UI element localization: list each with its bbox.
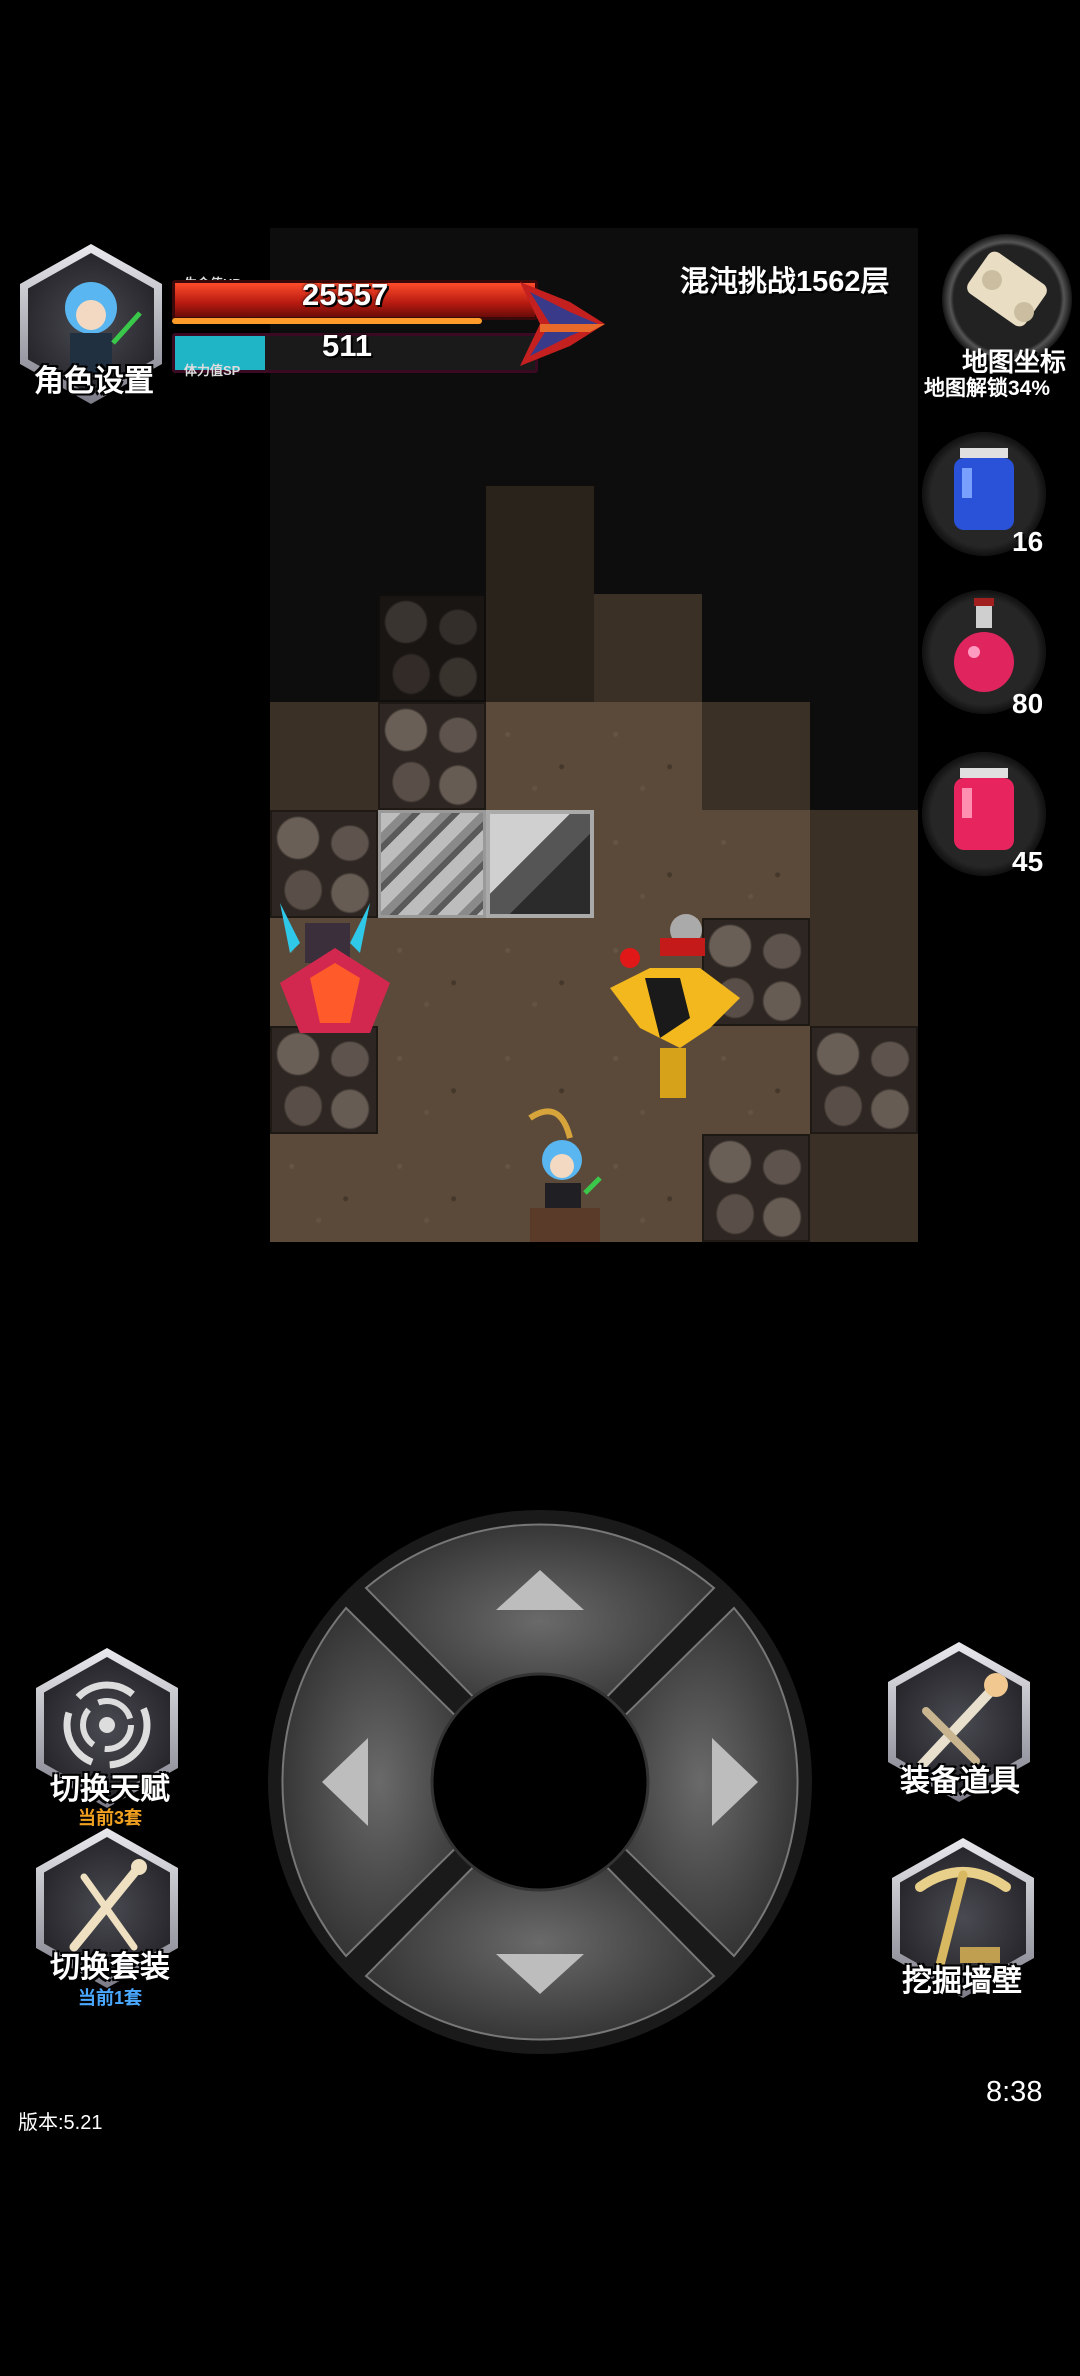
challenge-floor-title: 混沌挑战1562层 (680, 266, 890, 298)
hp-bar-highlight (172, 318, 482, 324)
blue-potion-count: 16 (1012, 526, 1044, 557)
version-text: 版本:5.21 (18, 2112, 103, 2134)
sp-value: 511 (322, 328, 373, 363)
floor-tile (270, 702, 378, 810)
winged-arrow-ornament-icon (520, 282, 605, 366)
player-hero-sprite (528, 1108, 602, 1242)
floor-tile (486, 918, 594, 1026)
sp-label: 体力值SP (184, 363, 241, 378)
floor-tile (810, 810, 918, 918)
direction-pad (268, 1510, 812, 2054)
character-settings-label: 角色设置 (34, 365, 154, 398)
floor-tile (702, 702, 810, 810)
outfit-current-set: 当前1套 (78, 1988, 143, 2008)
floor-tile (594, 594, 702, 702)
dpad-center (430, 1672, 650, 1892)
golden-warrior-enemy-sprite[interactable] (590, 898, 750, 1118)
pink-potion-count: 45 (1012, 846, 1044, 877)
red-potion-count: 80 (1012, 688, 1044, 719)
floor-tile (486, 702, 594, 810)
talent-current-set: 当前3套 (78, 1808, 143, 1828)
floor-tile (270, 1134, 378, 1242)
dig-wall-label: 挖掘墙壁 (902, 1965, 1022, 1998)
wall-tile (810, 1026, 918, 1134)
floor-tile (486, 486, 594, 594)
wall-tile (702, 1134, 810, 1242)
floor-tile (810, 1134, 918, 1242)
floor-tile (810, 918, 918, 1026)
hp-value: 25557 (302, 277, 389, 312)
floor-tile (378, 1134, 486, 1242)
map-unlock-text: 地图解锁34% (924, 377, 1051, 400)
switch-talent-label: 切换天赋 (50, 1773, 170, 1806)
equip-items-label: 装备道具 (900, 1765, 1020, 1798)
switch-outfit-label: 切换套装 (50, 1951, 170, 1984)
clock-text: 8:38 (986, 2076, 1043, 2108)
floor-tile (594, 702, 702, 810)
dragon-enemy-sprite[interactable] (270, 893, 410, 1043)
wall-tile (378, 702, 486, 810)
dungeon-map (270, 228, 918, 1242)
wall-tile (378, 594, 486, 702)
floor-tile (486, 594, 594, 702)
stairs-down-tile[interactable] (486, 810, 594, 918)
